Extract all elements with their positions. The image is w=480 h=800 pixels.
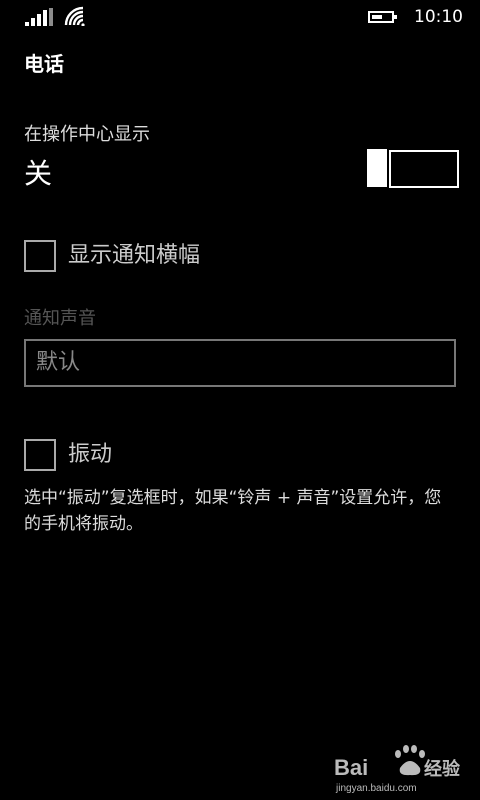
watermark-url: jingyan.baidu.com (335, 783, 417, 794)
vibrate-checkbox-row[interactable]: 振动 (24, 439, 454, 473)
status-clock: 10:10 (414, 7, 463, 27)
baidu-jingyan-watermark: Bai 经验 jingyan.baidu.com (334, 745, 461, 794)
vibrate-description: 选中“振动”复选框时，如果“铃声 + 声音”设置允许，您的手机将振动。 (24, 488, 442, 534)
wifi-icon (64, 6, 85, 26)
battery-icon (368, 11, 398, 23)
action-center-header: 在操作中心显示 (24, 124, 150, 145)
page-title: 电话 (24, 52, 64, 76)
sound-picker[interactable]: 默认 (24, 339, 456, 387)
action-center-state-label: 关 (24, 157, 53, 190)
baidu-paw-icon (395, 745, 425, 776)
vibrate-checkbox-label: 振动 (68, 442, 113, 467)
banner-checkbox-row[interactable]: 显示通知横幅 (24, 240, 454, 274)
sound-picker-value: 默认 (36, 350, 81, 375)
vibrate-checkbox[interactable] (24, 439, 56, 471)
banner-checkbox[interactable] (24, 240, 56, 272)
toggle-track (389, 150, 459, 188)
sound-header: 通知声音 (24, 308, 96, 329)
banner-checkbox-label: 显示通知横幅 (68, 243, 201, 268)
watermark-suffix: 经验 (424, 758, 461, 780)
signal-strength-icon (25, 8, 53, 26)
toggle-thumb[interactable] (367, 149, 387, 187)
action-center-toggle-switch[interactable] (367, 149, 459, 188)
watermark-brand: Bai (334, 755, 368, 780)
